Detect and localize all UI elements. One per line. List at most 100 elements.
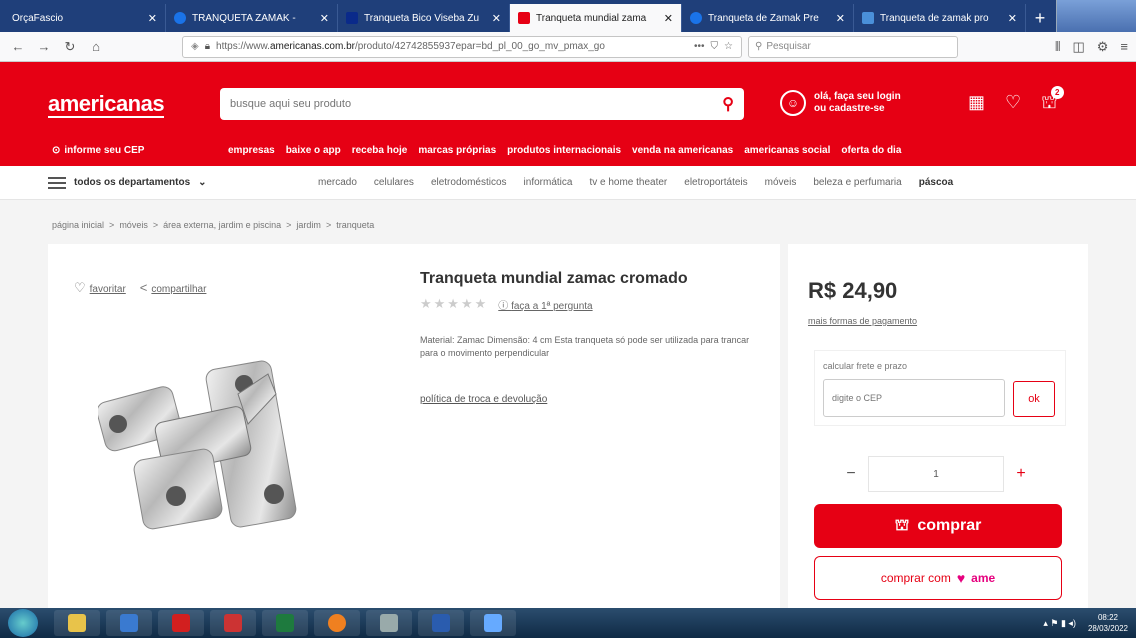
close-tab-icon[interactable]: ✕: [836, 12, 845, 25]
taskbar-app[interactable]: [210, 610, 256, 636]
header-subnav: ⊙ informe seu CEP empresas baixe o app r…: [0, 140, 1136, 160]
department-link[interactable]: páscoa: [919, 177, 953, 188]
more-icon[interactable]: •••: [694, 41, 705, 52]
chevron-down-icon: ⌄: [198, 177, 207, 188]
cep-link[interactable]: ⊙ informe seu CEP: [52, 145, 144, 156]
ok-button[interactable]: ok: [1013, 381, 1055, 417]
taskbar-explorer[interactable]: [54, 610, 100, 636]
department-link[interactable]: beleza e perfumaria: [813, 177, 901, 188]
tray-icons[interactable]: ▴ ⚑ ▮ ◂): [1043, 618, 1076, 629]
favorite-button[interactable]: ♡ favoritar: [74, 280, 126, 296]
login-line-2: ou cadastre-se: [814, 103, 885, 114]
browser-tab-title: TRANQUETA ZAMAK -: [192, 12, 296, 24]
breadcrumb-item[interactable]: móveis: [119, 220, 148, 230]
increase-quantity-button[interactable]: +: [1004, 456, 1038, 492]
browser-search-field[interactable]: ⚲ Pesquisar: [748, 35, 958, 58]
header-link[interactable]: receba hoje: [352, 145, 408, 156]
taskbar-app[interactable]: [106, 610, 152, 636]
freight-calculator: calcular frete e prazo ok: [814, 350, 1066, 426]
browser-tab[interactable]: Tranqueta Bico Viseba Zu ✕: [338, 4, 510, 32]
cep-input[interactable]: [823, 379, 1005, 417]
store-icon[interactable]: ▦: [968, 92, 985, 116]
header-link[interactable]: baixe o app: [286, 145, 341, 156]
url-bar[interactable]: ◈ 🔒︎ https://www.americanas.com.br/produ…: [182, 35, 742, 58]
product-image[interactable]: [98, 354, 318, 534]
department-link[interactable]: informática: [524, 177, 573, 188]
browser-tab[interactable]: OrçaFascio ✕: [4, 4, 166, 32]
decrease-quantity-button[interactable]: −: [834, 456, 868, 492]
header-link[interactable]: oferta do dia: [841, 145, 901, 156]
question-icon: ⓘ: [498, 300, 512, 312]
menu-icon[interactable]: ≡: [1120, 39, 1128, 55]
breadcrumb-item[interactable]: área externa, jardim e piscina: [163, 220, 281, 230]
new-tab-button[interactable]: +: [1026, 4, 1054, 32]
breadcrumb-item[interactable]: tranqueta: [336, 220, 374, 230]
browser-tab-title: Tranqueta de zamak pro: [880, 12, 989, 24]
back-icon[interactable]: ←: [8, 37, 28, 57]
library-icon[interactable]: ⫴: [1055, 39, 1060, 55]
extension-icon[interactable]: ⚙: [1097, 39, 1109, 55]
heart-icon[interactable]: ♡: [1005, 92, 1021, 116]
return-policy-link[interactable]: política de troca e devolução: [420, 394, 547, 405]
window-controls[interactable]: [1056, 0, 1136, 32]
buy-with-ame-button[interactable]: comprar com ♥ ame: [814, 556, 1062, 600]
header-link[interactable]: empresas: [228, 145, 275, 156]
quantity-value[interactable]: 1: [868, 456, 1004, 492]
login-area[interactable]: ☺ olá, faça seu login ou cadastre-se: [780, 90, 901, 116]
close-tab-icon[interactable]: ✕: [492, 12, 501, 25]
department-link[interactable]: eletrodomésticos: [431, 177, 507, 188]
taskbar-acrobat[interactable]: [158, 610, 204, 636]
department-bar: todos os departamentos ⌄ mercado celular…: [0, 166, 1136, 200]
header-link[interactable]: venda na americanas: [632, 145, 733, 156]
forward-icon[interactable]: →: [34, 37, 54, 57]
rating-stars-icon: ★★★★★: [420, 296, 489, 311]
browser-tab[interactable]: Tranqueta de zamak pro ✕: [854, 4, 1026, 32]
department-link[interactable]: tv e home theater: [589, 177, 667, 188]
app-icon: [224, 614, 242, 632]
tab-favicon-icon: [174, 12, 186, 24]
product-search-bar[interactable]: ⚲: [220, 88, 744, 120]
close-tab-icon[interactable]: ✕: [320, 12, 329, 25]
search-icon[interactable]: ⚲: [722, 94, 734, 114]
breadcrumb-item[interactable]: página inicial: [52, 220, 104, 230]
bookmark-star-icon[interactable]: ☆: [724, 41, 733, 52]
browser-tab-active[interactable]: Tranqueta mundial zama ✕: [510, 4, 682, 32]
share-button[interactable]: < compartilhar: [140, 280, 207, 296]
taskbar-app[interactable]: [470, 610, 516, 636]
heart-icon: ♡: [74, 280, 86, 295]
clock[interactable]: 08:22 28/03/2022: [1088, 612, 1128, 634]
taskbar-word[interactable]: [418, 610, 464, 636]
browser-tab[interactable]: TRANQUETA ZAMAK - ✕: [166, 4, 338, 32]
header-link[interactable]: americanas social: [744, 145, 830, 156]
cart-button[interactable]: ⛫ 2: [1041, 86, 1064, 116]
store-logo[interactable]: americanas: [48, 92, 165, 118]
department-link[interactable]: mercado: [318, 177, 357, 188]
app-icon: [380, 614, 398, 632]
taskbar-excel[interactable]: [262, 610, 308, 636]
all-departments-menu[interactable]: todos os departamentos ⌄: [48, 176, 207, 189]
home-icon[interactable]: ⌂: [86, 37, 106, 57]
department-link[interactable]: celulares: [374, 177, 414, 188]
close-tab-icon[interactable]: ✕: [1008, 12, 1017, 25]
browser-tab[interactable]: Tranqueta de Zamak Pre ✕: [682, 4, 854, 32]
department-link[interactable]: eletroportáteis: [684, 177, 747, 188]
header-link[interactable]: marcas próprias: [418, 145, 496, 156]
close-tab-icon[interactable]: ✕: [664, 12, 673, 25]
breadcrumb-item[interactable]: jardim: [296, 220, 321, 230]
ask-question-link[interactable]: ⓘ faça a 1ª pergunta: [498, 297, 592, 312]
login-line-1: olá, faça seu login: [814, 91, 901, 102]
pocket-icon[interactable]: ⛉: [711, 41, 719, 52]
header-link[interactable]: produtos internacionais: [507, 145, 621, 156]
hamburger-icon: [48, 176, 66, 189]
close-tab-icon[interactable]: ✕: [148, 12, 157, 25]
buy-button[interactable]: ⛫ comprar: [814, 504, 1062, 548]
ame-heart-icon: ♥: [956, 570, 966, 586]
reload-icon[interactable]: ↻: [60, 37, 80, 57]
product-search-input[interactable]: [230, 98, 723, 110]
payment-options-link[interactable]: mais formas de pagamento: [808, 316, 917, 326]
department-link[interactable]: móveis: [765, 177, 797, 188]
sidebar-icon[interactable]: ◫: [1072, 39, 1084, 55]
taskbar-firefox[interactable]: [314, 610, 360, 636]
taskbar-app[interactable]: [366, 610, 412, 636]
start-button[interactable]: [8, 609, 38, 637]
